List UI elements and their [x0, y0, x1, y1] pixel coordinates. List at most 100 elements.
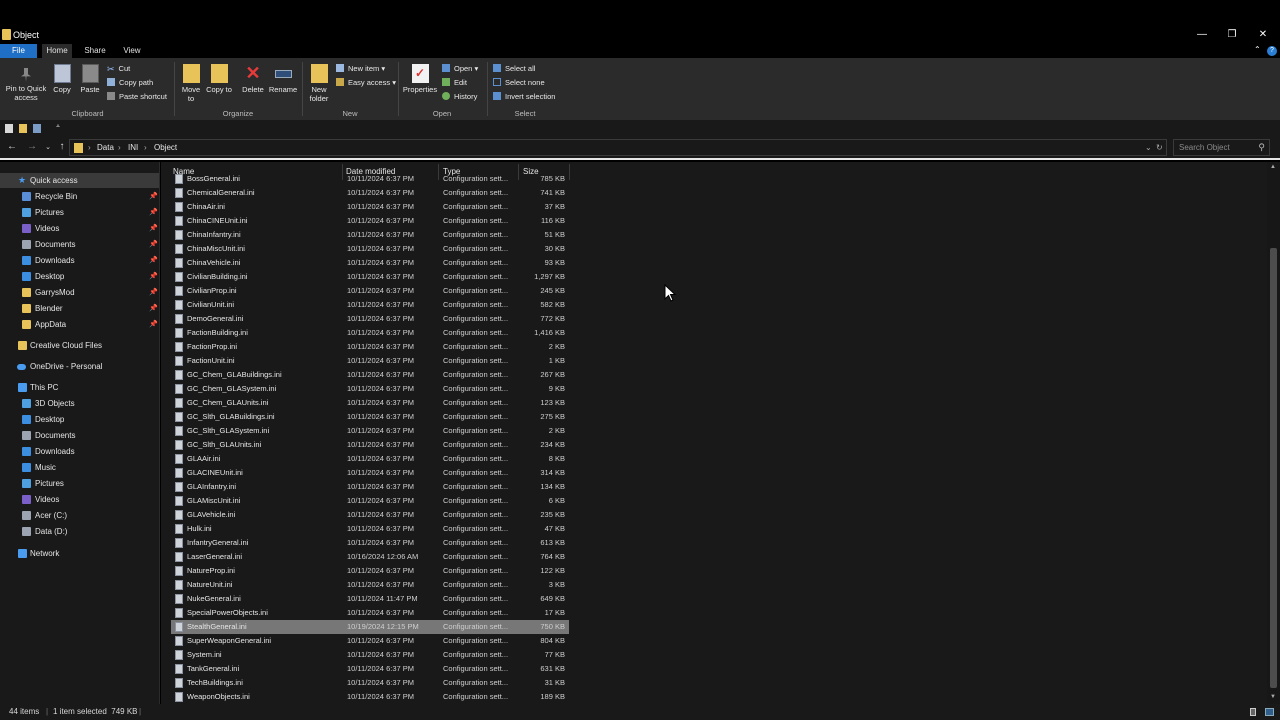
nav-pc-item[interactable]: Documents [0, 428, 159, 443]
paste-shortcut-button[interactable]: Paste shortcut [107, 91, 167, 103]
history-button[interactable]: History [442, 91, 477, 103]
select-none-button[interactable]: Select none [493, 77, 545, 89]
pin-icon[interactable]: 📌 [149, 237, 158, 252]
nav-onedrive[interactable]: OneDrive - Personal [0, 359, 159, 374]
file-row[interactable]: TechBuildings.ini 10/11/2024 6:37 PM Confi… [171, 676, 569, 690]
address-dropdown-icon[interactable]: ⌄ [1145, 143, 1152, 152]
file-row[interactable]: GLAMiscUnit.ini 10/11/2024 6:37 PM Configu… [171, 494, 569, 508]
file-row[interactable]: NatureUnit.ini 10/11/2024 6:37 PM Configur… [171, 578, 569, 592]
file-row[interactable]: GLAVehicle.ini 10/11/2024 6:37 PM Configur… [171, 508, 569, 522]
copy-button[interactable]: Copy [51, 64, 73, 94]
search-input[interactable]: Search Object ⚲ [1173, 139, 1270, 156]
nav-pc-item[interactable]: 3D Objects [0, 396, 159, 411]
edit-button[interactable]: Edit [442, 77, 467, 89]
select-all-button[interactable]: Select all [493, 63, 535, 75]
file-row[interactable]: GC_Chem_GLABuildings.ini 10/11/2024 6:37 … [171, 368, 569, 382]
nav-pc-item[interactable]: Downloads [0, 444, 159, 459]
open-button[interactable]: Open ▾ [442, 63, 478, 75]
restore-button[interactable]: ❐ [1221, 28, 1243, 42]
nav-creative-cloud[interactable]: Creative Cloud Files [0, 338, 159, 353]
address-bar[interactable]: › Data › INI › Object ⌄ ↻ [69, 139, 1167, 156]
tab-share[interactable]: Share [80, 44, 110, 58]
easy-access-button[interactable]: Easy access ▾ [336, 77, 396, 89]
pin-icon[interactable]: 📌 [149, 205, 158, 220]
nav-quick-item[interactable]: Videos 📌 [0, 221, 159, 236]
qat-customize-icon[interactable]: ⩡ [56, 123, 60, 132]
copy-to-button[interactable]: Copy to [206, 64, 232, 94]
forward-arrow-icon[interactable]: → [25, 141, 39, 152]
breadcrumb-ini[interactable]: INI [128, 143, 138, 152]
tab-home[interactable]: Home [42, 44, 72, 58]
nav-pc-item[interactable]: Acer (C:) [0, 508, 159, 523]
tab-view[interactable]: View [117, 44, 147, 58]
file-row[interactable]: GC_Chem_GLASystem.ini 10/11/2024 6:37 PM C… [171, 382, 569, 396]
tab-file[interactable]: File [0, 44, 37, 58]
pin-icon[interactable]: 📌 [149, 269, 158, 284]
collapse-ribbon-icon[interactable]: ⌃ [1254, 45, 1261, 54]
nav-network[interactable]: Network [0, 546, 159, 561]
file-row[interactable]: GC_Slth_GLASystem.ini 10/11/2024 6:37 PM C… [171, 424, 569, 438]
file-row[interactable]: FactionProp.ini 10/11/2024 6:37 PM Configu… [171, 340, 569, 354]
back-arrow-icon[interactable]: ← [5, 141, 19, 152]
file-row[interactable]: TankGeneral.ini 10/11/2024 6:37 PM Configu… [171, 662, 569, 676]
pin-quick-access-button[interactable]: Pin to Quick access [4, 64, 48, 102]
file-row[interactable]: GLACINEUnit.ini 10/11/2024 6:37 PM Configu… [171, 466, 569, 480]
nav-pc-item[interactable]: Desktop [0, 412, 159, 427]
file-row[interactable]: GLAAir.ini 10/11/2024 6:37 PM Configuratio… [171, 452, 569, 466]
properties-button[interactable]: ✓ Properties [402, 64, 438, 94]
recent-locations-icon[interactable]: ⌄ [41, 143, 55, 151]
scroll-up-icon[interactable]: ▲ [1270, 164, 1276, 170]
nav-this-pc[interactable]: This PC [0, 380, 159, 395]
nav-quick-item[interactable]: Documents 📌 [0, 237, 159, 252]
nav-quick-item[interactable]: GarrysMod 📌 [0, 285, 159, 300]
file-row[interactable]: NukeGeneral.ini 10/11/2024 11:47 PM Config… [171, 592, 569, 606]
pin-icon[interactable]: 📌 [149, 189, 158, 204]
file-row[interactable]: ChinaMiscUnit.ini 10/11/2024 6:37 PM Confi… [171, 242, 569, 256]
pin-icon[interactable]: 📌 [149, 253, 158, 268]
pin-icon[interactable]: 📌 [149, 285, 158, 300]
details-view-icon[interactable] [1250, 708, 1256, 716]
file-row[interactable]: ChinaInfantry.ini 10/11/2024 6:37 PM Confi… [171, 228, 569, 242]
file-row[interactable]: CivilianUnit.ini 10/11/2024 6:37 PM Config… [171, 298, 569, 312]
file-row[interactable]: GLAInfantry.ini 10/11/2024 6:37 PM Configu… [171, 480, 569, 494]
column-divider[interactable] [569, 164, 570, 180]
file-row[interactable]: SuperWeaponGeneral.ini 10/11/2024 6:37 PM… [171, 634, 569, 648]
file-row[interactable]: ChemicalGeneral.ini 10/11/2024 6:37 PM Con… [171, 186, 569, 200]
nav-pc-item[interactable]: Data (D:) [0, 524, 159, 539]
file-row[interactable]: GC_Chem_GLAUnits.ini 10/11/2024 6:37 PM Co… [171, 396, 569, 410]
help-icon[interactable]: ? [1267, 46, 1277, 56]
nav-quick-item[interactable]: Pictures 📌 [0, 205, 159, 220]
refresh-icon[interactable]: ↻ [1156, 143, 1163, 152]
file-row[interactable]: ChinaAir.ini 10/11/2024 6:37 PM Configurat… [171, 200, 569, 214]
nav-pc-item[interactable]: Music [0, 460, 159, 475]
nav-quick-item[interactable]: Recycle Bin 📌 [0, 189, 159, 204]
file-row[interactable]: BossGeneral.ini 10/11/2024 6:37 PM Configu… [171, 172, 569, 186]
properties-qat-icon[interactable] [5, 124, 13, 133]
cut-button[interactable]: ✂ Cut [107, 63, 130, 75]
nav-quick-item[interactable]: Blender 📌 [0, 301, 159, 316]
copy-path-button[interactable]: Copy path [107, 77, 153, 89]
pin-icon[interactable]: 📌 [149, 221, 158, 236]
file-row[interactable]: StealthGeneral.ini 10/19/2024 12:15 PM Con… [171, 620, 569, 634]
scrollbar-thumb[interactable] [1270, 248, 1277, 688]
file-row[interactable]: SpecialPowerObjects.ini 10/11/2024 6:37 P… [171, 606, 569, 620]
file-row[interactable]: System.ini 10/11/2024 6:37 PM Configuratio… [171, 648, 569, 662]
file-row[interactable]: DemoGeneral.ini 10/11/2024 6:37 PM Configu… [171, 312, 569, 326]
breadcrumb-data[interactable]: Data [97, 143, 114, 152]
invert-selection-button[interactable]: Invert selection [493, 91, 555, 103]
scroll-down-icon[interactable]: ▼ [1270, 694, 1276, 700]
close-button[interactable]: ✕ [1252, 28, 1274, 42]
nav-pc-item[interactable]: Pictures [0, 476, 159, 491]
file-row[interactable]: FactionUnit.ini 10/11/2024 6:37 PM Configu… [171, 354, 569, 368]
new-folder-qat-icon[interactable] [19, 124, 27, 133]
file-row[interactable]: FactionBuilding.ini 10/11/2024 6:37 PM Con… [171, 326, 569, 340]
file-row[interactable]: ChinaVehicle.ini 10/11/2024 6:37 PM Config… [171, 256, 569, 270]
nav-quick-item[interactable]: Desktop 📌 [0, 269, 159, 284]
file-row[interactable]: ChinaCINEUnit.ini 10/11/2024 6:37 PM Confi… [171, 214, 569, 228]
nav-quick-access[interactable]: ★ Quick access [0, 173, 159, 188]
paste-button[interactable]: Paste [78, 64, 102, 94]
pin-icon[interactable]: 📌 [149, 301, 158, 316]
move-to-button[interactable]: Move to [178, 64, 204, 103]
file-row[interactable]: GC_Slth_GLABuildings.ini 10/11/2024 6:37 … [171, 410, 569, 424]
vertical-scrollbar[interactable]: ▲ ▼ [1267, 162, 1280, 704]
